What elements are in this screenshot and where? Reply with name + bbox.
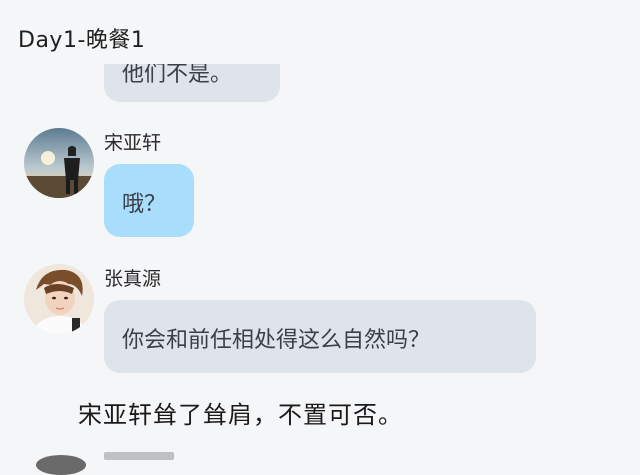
sender-name: 宋亚轩 xyxy=(104,132,162,154)
chat-title: Day1-晚餐1 xyxy=(18,28,146,53)
avatar-zhang-zhenyuan[interactable] xyxy=(24,264,94,334)
avatar-song-yaxuan[interactable] xyxy=(24,128,94,198)
avatar-portrait-icon xyxy=(24,264,94,334)
message-text: 你会和前任相处得这么自然吗？ xyxy=(122,328,431,353)
narration-text: 宋亚轩耸了耸肩，不置可否。 xyxy=(78,401,403,429)
avatar-partial[interactable] xyxy=(36,455,86,475)
message-bubble: 你会和前任相处得这么自然吗？ xyxy=(104,300,536,373)
avatar-landscape-icon xyxy=(24,128,94,198)
message-bubble: 哦？ xyxy=(104,164,194,237)
sender-name: 张真源 xyxy=(104,268,162,290)
chat-header: Day1-晚餐1 xyxy=(0,0,640,64)
message-text: 哦？ xyxy=(122,192,167,217)
sender-name-partial xyxy=(104,452,174,460)
